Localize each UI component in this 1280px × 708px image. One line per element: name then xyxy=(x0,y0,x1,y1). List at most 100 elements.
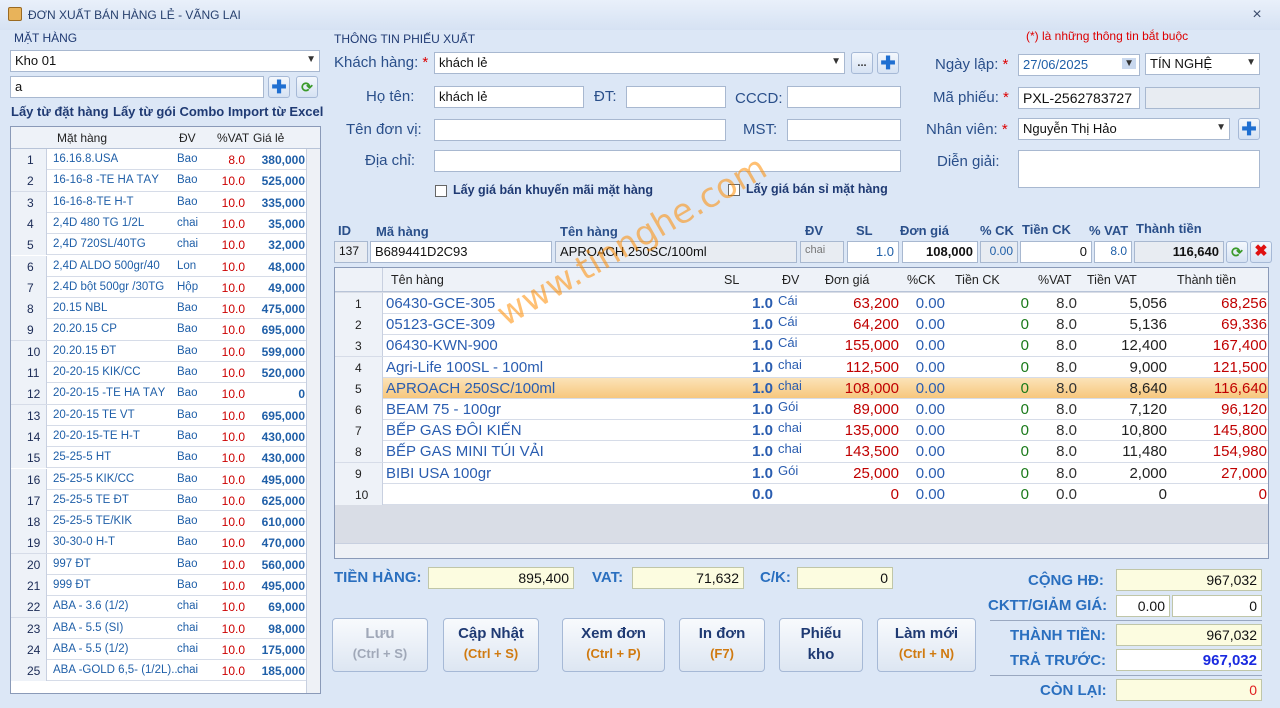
product-row[interactable]: 7 2.4D bột 500gr /30TG Hộp 10.0 49,000 xyxy=(11,276,307,299)
voucher-code-input[interactable]: PXL-2562783727 xyxy=(1018,87,1140,109)
col-vat[interactable]: %VAT xyxy=(217,131,249,145)
col-thanh-tien[interactable]: Thành tiền xyxy=(1177,273,1236,287)
row-number: 4 xyxy=(335,356,383,378)
save-button[interactable]: Lưu (Ctrl + S) xyxy=(332,618,428,672)
payment-discount-percent[interactable]: 0.00 xyxy=(1116,595,1170,617)
promo-price-checkbox[interactable]: Lấy giá bán khuyến mãi mặt hàng xyxy=(435,183,653,197)
col-mat-hang[interactable]: Mặt hàng xyxy=(57,131,107,145)
product-row[interactable]: 24 ABA - 5.5 (1/2) chai 10.0 175,000 xyxy=(11,638,307,661)
order-row[interactable]: 3 06430-KWN-900 1.0 Cái 155,000 0.00 0 8.0 12,40… xyxy=(335,335,1268,357)
entry-vat-input[interactable]: 8.0 xyxy=(1094,241,1132,263)
col-dv[interactable]: ĐV xyxy=(782,273,799,287)
link-import-excel[interactable]: Import từ Excel xyxy=(228,104,323,119)
order-row[interactable]: 8 BẾP GAS MINI TÚI VẢI 1.0 chai 143,500 0.00 0… xyxy=(335,441,1268,463)
add-customer-button[interactable]: ✚ xyxy=(877,52,899,74)
entry-discount-amount-input[interactable]: 0 xyxy=(1020,241,1092,263)
row-number: 23 xyxy=(11,617,47,639)
order-row[interactable]: 9 BIBI USA 100gr 1.0 Gói 25,000 0.00 0 8.0 2,000… xyxy=(335,462,1268,484)
update-button[interactable]: Cập Nhật (Ctrl + S) xyxy=(443,618,539,672)
address-input[interactable] xyxy=(434,150,901,172)
close-icon[interactable]: × xyxy=(1250,6,1264,23)
product-row[interactable]: 17 25-25-5 TE ĐT Bao 10.0 625,000 xyxy=(11,489,307,512)
product-row[interactable]: 23 ABA - 5.5 (SI) chai 10.0 98,000 xyxy=(11,617,307,639)
col-vat[interactable]: %VAT xyxy=(1038,273,1072,287)
col-dv[interactable]: ĐV xyxy=(179,131,196,145)
product-search-input[interactable]: a xyxy=(10,76,264,98)
product-row[interactable]: 11 20-20-15 KIK/CC Bao 10.0 520,000 xyxy=(11,362,307,384)
product-row[interactable]: 8 20.15 NBL Bao 10.0 475,000 xyxy=(11,298,307,320)
product-row[interactable]: 10 20.20.15 ĐT Bao 10.0 599,000 xyxy=(11,340,307,362)
entry-qty-input[interactable]: 1.0 xyxy=(847,241,899,263)
product-row[interactable]: 22 ABA - 3.6 (1/2) chai 10.0 69,000 xyxy=(11,596,307,618)
order-row[interactable]: 5 APROACH 250SC/100ml 1.0 chai 108,000 0.00 0 8… xyxy=(335,377,1268,399)
col-tien-vat[interactable]: Tiền VAT xyxy=(1087,273,1137,287)
product-grid-scrollbar[interactable] xyxy=(306,149,320,693)
date-input[interactable]: 27/06/2025 ▼ xyxy=(1018,54,1140,76)
company-input[interactable] xyxy=(434,119,726,141)
product-unit: Bao xyxy=(177,302,198,315)
product-row[interactable]: 14 20-20-15-TE H-T Bao 10.0 430,000 xyxy=(11,425,307,448)
product-unit: Bao xyxy=(177,174,198,187)
entry-discount-input[interactable]: 0.00 xyxy=(980,241,1018,263)
link-from-order[interactable]: Lấy từ đặt hàng xyxy=(11,104,109,119)
view-order-button[interactable]: Xem đơn (Ctrl + P) xyxy=(562,618,665,672)
payment-discount-value[interactable]: 0 xyxy=(1172,595,1262,617)
entry-code-input[interactable]: B689441D2C93 xyxy=(370,241,552,263)
order-row[interactable]: 2 05123-GCE-309 1.0 Cái 64,200 0.00 0 8.0 5,136 6… xyxy=(335,314,1268,336)
product-unit: Bao xyxy=(177,515,198,528)
order-row[interactable]: 4 Agri-Life 100SL - 100ml 1.0 chai 112,500 0.… xyxy=(335,356,1268,378)
product-row[interactable]: 4 2,4D 480 TG 1/2L chai 10.0 35,000 xyxy=(11,212,307,235)
order-row[interactable]: 10 0.0 0 0.00 0 0.0 0 0 xyxy=(335,483,1268,505)
entry-delete-icon[interactable]: ✖ xyxy=(1250,241,1272,263)
col-gia-le[interactable]: Giá lẻ xyxy=(253,131,284,145)
calendar-dropdown-icon[interactable]: ▼ xyxy=(1122,58,1136,69)
col-tien-ck[interactable]: Tiền CK xyxy=(955,273,1000,287)
product-row[interactable]: 9 20.20.15 CP Bao 10.0 695,000 xyxy=(11,319,307,341)
name-input[interactable]: khách lẻ xyxy=(434,86,584,108)
product-row[interactable]: 20 997 ĐT Bao 10.0 560,000 xyxy=(11,553,307,575)
warehouse-slip-button[interactable]: Phiếu kho xyxy=(779,618,863,672)
prepaid-input[interactable]: 967,032 xyxy=(1116,649,1262,671)
customer-select[interactable]: khách lẻ ▼ xyxy=(434,52,845,74)
product-row[interactable]: 19 30-30-0 H-T Bao 10.0 470,000 xyxy=(11,532,307,554)
add-product-button[interactable]: ✚ xyxy=(268,76,290,98)
product-row[interactable]: 18 25-25-5 TE/KIK Bao 10.0 610,000 xyxy=(11,511,307,533)
phone-input[interactable] xyxy=(626,86,726,108)
order-row[interactable]: 6 BEAM 75 - 100gr 1.0 Gói 89,000 0.00 0 8.0 7,12… xyxy=(335,399,1268,421)
customer-browse-button[interactable]: ... xyxy=(851,52,873,74)
product-row[interactable]: 25 ABA -GOLD 6,5- (1/2L)... chai 10.0 185,00… xyxy=(11,660,307,682)
staff-select[interactable]: Nguyễn Thị Hảo ▼ xyxy=(1018,118,1230,140)
cccd-input[interactable] xyxy=(787,86,901,108)
entry-refresh-icon[interactable]: ⟳ xyxy=(1226,241,1248,263)
description-input[interactable] xyxy=(1018,150,1260,188)
branch-select[interactable]: TÍN NGHỆ ▼ xyxy=(1145,53,1260,75)
col-don-gia[interactable]: Đơn giá xyxy=(825,273,869,287)
col-ck[interactable]: %CK xyxy=(907,273,935,287)
order-row[interactable]: 1 06430-GCE-305 1.0 Cái 63,200 0.00 0 8.0 5,056 6… xyxy=(335,293,1268,315)
entry-price-input[interactable]: 108,000 xyxy=(902,241,978,263)
product-row[interactable]: 3 16-16-8-TE H-T Bao 10.0 335,000 xyxy=(11,191,307,213)
add-staff-button[interactable]: ✚ xyxy=(1238,118,1260,140)
order-grid-hscrollbar[interactable] xyxy=(335,543,1268,558)
product-name: ABA -GOLD 6,5- (1/2L)... xyxy=(53,664,181,677)
product-row[interactable]: 5 2,4D 720SL/40TG chai 10.0 32,000 xyxy=(11,234,307,256)
product-row[interactable]: 15 25-25-5 HT Bao 10.0 430,000 xyxy=(11,447,307,469)
product-row[interactable]: 6 2,4D ALDO 500gr/40 Lon 10.0 48,000 xyxy=(11,255,307,277)
product-row[interactable]: 12 20-20-15 -TE HÀ TÂY Bao 10.0 0 xyxy=(11,383,307,405)
order-row[interactable]: 7 BẾP GAS ĐÔI KIẾN 1.0 chai 135,000 0.00 0 8.0 1… xyxy=(335,420,1268,442)
product-row[interactable]: 2 16-16-8 -TE HÀ TÂY Bao 10.0 525,000 xyxy=(11,170,307,192)
print-order-button[interactable]: In đơn (F7) xyxy=(679,618,765,672)
new-order-button[interactable]: Làm mới (Ctrl + N) xyxy=(877,618,976,672)
product-vat: 10.0 xyxy=(221,664,245,679)
col-ten-hang[interactable]: Tên hàng xyxy=(391,273,444,287)
tax-input[interactable] xyxy=(787,119,901,141)
product-row[interactable]: 21 999 ĐT Bao 10.0 495,000 xyxy=(11,575,307,597)
product-row[interactable]: 13 20-20-15 TE VT Bao 10.0 695,000 xyxy=(11,404,307,426)
product-row[interactable]: 16 25-25-5 KIK/CC Bao 10.0 495,000 xyxy=(11,468,307,490)
warehouse-select[interactable]: Kho 01 ▼ xyxy=(10,50,320,72)
refresh-icon[interactable]: ⟳ xyxy=(296,76,318,98)
link-from-combo[interactable]: Lấy từ gói Combo xyxy=(113,104,224,119)
item-unit: chai xyxy=(778,441,802,457)
col-sl[interactable]: SL xyxy=(724,273,739,287)
product-row[interactable]: 1 16.16.8.USA Bao 8.0 380,000 xyxy=(11,149,307,171)
